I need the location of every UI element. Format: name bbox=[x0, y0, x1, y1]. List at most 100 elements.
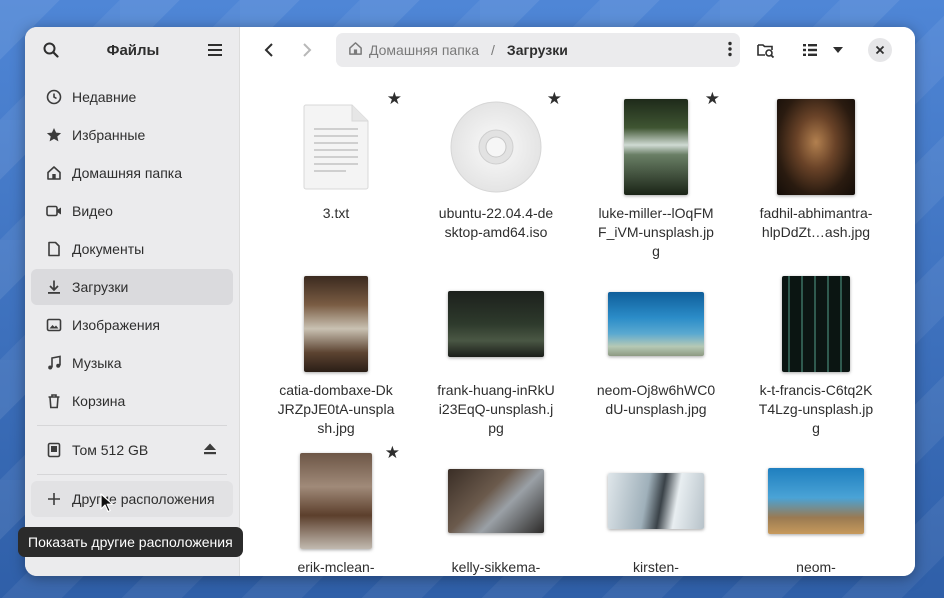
sidebar-item-recent[interactable]: Недавние bbox=[31, 79, 233, 115]
volume-label: Том 512 GB bbox=[72, 442, 149, 458]
sidebar-item-volume[interactable]: Том 512 GB bbox=[31, 432, 233, 468]
trash-icon bbox=[45, 393, 63, 409]
download-icon bbox=[45, 279, 63, 295]
file-item[interactable]: ★ ubuntu-22.04.4-desktop-amd64.iso bbox=[436, 89, 562, 242]
eject-button[interactable] bbox=[203, 442, 217, 458]
main-menu-button[interactable] bbox=[203, 38, 227, 62]
sidebar-divider bbox=[37, 425, 227, 426]
image-preview bbox=[448, 469, 544, 533]
sidebar-item-pictures[interactable]: Изображения bbox=[31, 307, 233, 343]
file-thumbnail: ★ bbox=[596, 89, 720, 199]
text-file-icon bbox=[303, 104, 369, 190]
list-view-button[interactable] bbox=[798, 38, 822, 62]
eject-icon bbox=[204, 443, 216, 455]
file-name: neom-Oj8w6hWC0dU-unsplash.jpg bbox=[596, 382, 716, 417]
sidebar-item-starred[interactable]: Избранные bbox=[31, 117, 233, 153]
vertical-dots-icon bbox=[728, 41, 732, 56]
file-item[interactable]: ★ luke-miller--lOqFMF_iVM-unsplash.jpg bbox=[596, 89, 720, 261]
sidebar-item-label: Домашняя папка bbox=[72, 165, 183, 181]
home-icon bbox=[45, 165, 63, 181]
breadcrumb-separator: / bbox=[491, 42, 495, 58]
close-button[interactable] bbox=[868, 38, 892, 62]
file-thumbnail bbox=[276, 272, 396, 376]
plus-icon bbox=[45, 492, 63, 506]
sidebar-item-label: Недавние bbox=[72, 89, 137, 105]
file-thumbnail bbox=[756, 272, 876, 376]
file-item[interactable]: neom- bbox=[756, 449, 876, 576]
file-item[interactable]: ★ 3.txt bbox=[276, 89, 402, 223]
image-preview bbox=[768, 468, 864, 534]
image-icon bbox=[45, 317, 63, 333]
file-thumbnail: ★ bbox=[436, 89, 562, 199]
file-name: luke-miller--lOqFMF_iVM-unsplash.jpg bbox=[598, 205, 714, 259]
file-item[interactable]: neom-Oj8w6hWC0dU-unsplash.jpg bbox=[596, 272, 716, 419]
mouse-pointer-icon bbox=[100, 493, 114, 513]
sidebar-item-label: Изображения bbox=[72, 317, 160, 333]
view-options-button[interactable] bbox=[826, 38, 850, 62]
image-preview bbox=[624, 99, 688, 195]
file-item[interactable]: kirsten- bbox=[596, 449, 716, 576]
starred-icon[interactable]: ★ bbox=[705, 89, 720, 109]
file-thumbnail bbox=[596, 272, 716, 376]
file-thumbnail: ★ bbox=[276, 89, 402, 199]
document-icon bbox=[45, 241, 63, 257]
file-thumbnail bbox=[756, 95, 876, 199]
sidebar-item-documents[interactable]: Документы bbox=[31, 231, 233, 267]
sidebar-item-music[interactable]: Музыка bbox=[31, 345, 233, 381]
starred-icon[interactable]: ★ bbox=[385, 443, 400, 463]
sidebar-item-label: Документы bbox=[72, 241, 145, 257]
file-item[interactable]: ★ erik-mclean- bbox=[276, 443, 400, 576]
file-thumbnail bbox=[596, 449, 716, 553]
breadcrumb-current[interactable]: Загрузки bbox=[507, 42, 728, 58]
file-item[interactable]: kelly-sikkema- bbox=[436, 449, 556, 576]
sidebar-item-label: Избранные bbox=[72, 127, 146, 143]
breadcrumb-home[interactable]: Домашняя папка bbox=[348, 41, 479, 59]
header-bar: Домашняя папка / Загрузки bbox=[240, 27, 915, 73]
files-window: Файлы Недавние Избранные Домашняя папка … bbox=[25, 27, 915, 576]
folder-search-icon bbox=[757, 44, 775, 58]
file-name: kirsten- bbox=[633, 559, 679, 575]
forward-button[interactable] bbox=[292, 35, 322, 65]
back-button[interactable] bbox=[254, 35, 284, 65]
search-button[interactable] bbox=[39, 38, 63, 62]
starred-icon[interactable]: ★ bbox=[547, 89, 562, 109]
disc-image-icon bbox=[450, 101, 542, 193]
sidebar: Файлы Недавние Избранные Домашняя папка … bbox=[25, 27, 240, 576]
file-thumbnail: ★ bbox=[276, 443, 400, 553]
places-list: Недавние Избранные Домашняя папка Видео … bbox=[25, 73, 239, 523]
sidebar-item-label: Корзина bbox=[72, 393, 126, 409]
tooltip: Показать другие расположения bbox=[18, 527, 243, 557]
file-name: frank-huang-inRkUi23EqQ-unsplash.jpg bbox=[437, 382, 555, 436]
file-name: k-t-francis-C6tq2KT4Lzg-unsplash.jpg bbox=[758, 382, 874, 436]
sidebar-item-other-locations[interactable]: Другие расположения bbox=[31, 481, 233, 517]
chevron-left-icon bbox=[264, 43, 273, 57]
toolbar-right bbox=[750, 38, 892, 62]
file-item[interactable]: frank-huang-inRkUi23EqQ-unsplash.jpg bbox=[436, 272, 556, 438]
file-thumbnail bbox=[436, 272, 556, 376]
search-in-folder-button[interactable] bbox=[754, 38, 778, 62]
sidebar-divider bbox=[37, 474, 227, 475]
path-bar[interactable]: Домашняя папка / Загрузки bbox=[336, 33, 740, 67]
chevron-down-icon bbox=[833, 47, 843, 53]
starred-icon[interactable]: ★ bbox=[387, 89, 402, 109]
file-item[interactable]: fadhil-abhimantra-hlpDdZt…ash.jpg bbox=[756, 95, 876, 242]
image-preview bbox=[304, 276, 368, 372]
image-preview bbox=[777, 99, 855, 195]
image-preview bbox=[300, 453, 372, 549]
file-item[interactable]: k-t-francis-C6tq2KT4Lzg-unsplash.jpg bbox=[756, 272, 876, 438]
sidebar-item-home[interactable]: Домашняя папка bbox=[31, 155, 233, 191]
app-title: Файлы bbox=[106, 41, 160, 59]
sidebar-item-downloads[interactable]: Загрузки bbox=[31, 269, 233, 305]
file-item[interactable]: catia-dombaxe-DkJRZpJE0tA-unsplash.jpg bbox=[276, 272, 396, 438]
clock-icon bbox=[45, 89, 63, 105]
file-name: neom- bbox=[796, 559, 836, 575]
path-menu-button[interactable] bbox=[728, 41, 732, 60]
file-name: kelly-sikkema- bbox=[451, 559, 541, 575]
main-view: Домашняя папка / Загрузки ★ 3.txt ★ ubun… bbox=[240, 27, 915, 576]
sidebar-item-trash[interactable]: Корзина bbox=[31, 383, 233, 419]
music-icon bbox=[45, 355, 63, 371]
sidebar-item-videos[interactable]: Видео bbox=[31, 193, 233, 229]
sidebar-item-label: Видео bbox=[72, 203, 113, 219]
star-icon bbox=[45, 127, 63, 143]
file-grid: ★ 3.txt ★ ubuntu-22.04.4-desktop-amd64.i… bbox=[240, 73, 915, 576]
